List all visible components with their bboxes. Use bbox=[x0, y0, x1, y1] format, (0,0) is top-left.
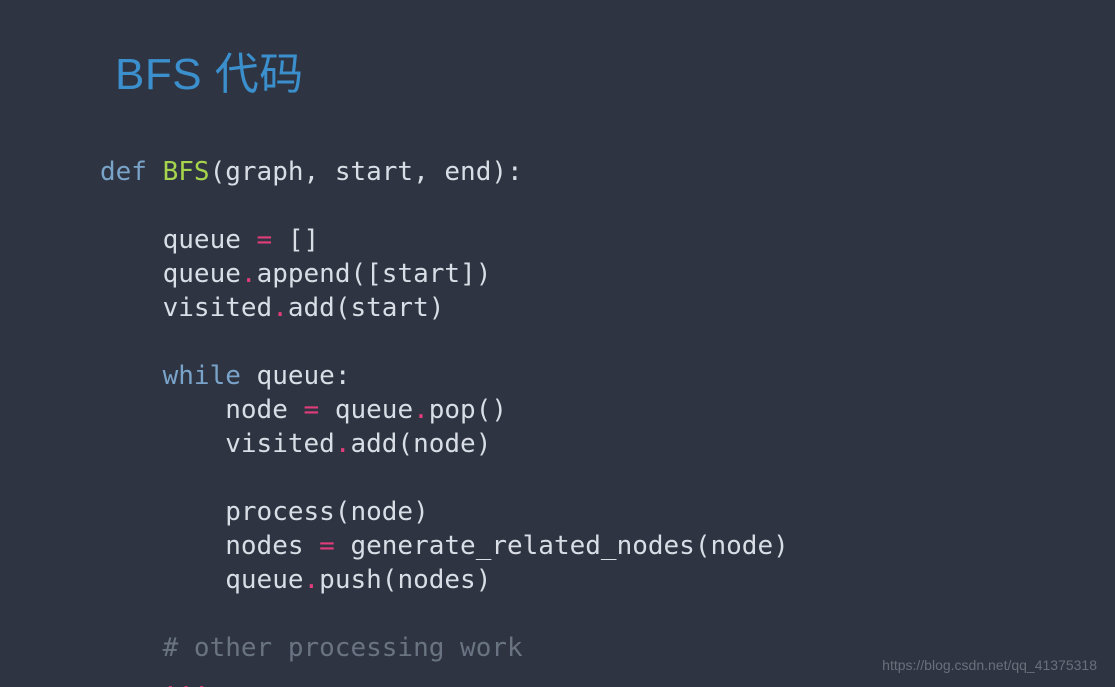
slide: BFS 代码 def BFS(graph, start, end): queue… bbox=[0, 0, 1115, 687]
operator-dot: . bbox=[304, 565, 320, 595]
code-text bbox=[147, 157, 163, 187]
function-name: BFS bbox=[163, 157, 210, 187]
code-text: queue bbox=[319, 395, 413, 425]
code-text: nodes bbox=[225, 531, 319, 561]
code-text: [] bbox=[272, 225, 319, 255]
code-text: append([start]) bbox=[257, 259, 492, 289]
code-ellipsis: ... bbox=[163, 667, 210, 687]
slide-title: BFS 代码 bbox=[115, 38, 304, 102]
operator-dot: . bbox=[413, 395, 429, 425]
code-text: add(start) bbox=[288, 293, 445, 323]
code-text: node bbox=[225, 395, 303, 425]
code-text: (graph, start, end): bbox=[210, 157, 523, 187]
code-text: queue bbox=[163, 225, 257, 255]
watermark: https://blog.csdn.net/qq_41375318 bbox=[882, 657, 1097, 673]
code-block: def BFS(graph, start, end): queue = [] q… bbox=[100, 155, 789, 687]
operator-dot: . bbox=[272, 293, 288, 323]
code-text: queue bbox=[163, 259, 241, 289]
code-text: visited bbox=[163, 293, 273, 323]
code-text: queue: bbox=[241, 361, 351, 391]
operator-eq: = bbox=[304, 395, 320, 425]
code-text: pop() bbox=[429, 395, 507, 425]
keyword-while: while bbox=[163, 361, 241, 391]
code-text: push(nodes) bbox=[319, 565, 491, 595]
code-text: process(node) bbox=[225, 497, 429, 527]
keyword-def: def bbox=[100, 157, 147, 187]
operator-eq: = bbox=[257, 225, 273, 255]
code-text: add(node) bbox=[350, 429, 491, 459]
code-text: generate_related_nodes(node) bbox=[335, 531, 789, 561]
code-text: queue bbox=[225, 565, 303, 595]
operator-dot: . bbox=[241, 259, 257, 289]
operator-dot: . bbox=[335, 429, 351, 459]
code-comment: # other processing work bbox=[163, 633, 523, 663]
operator-eq: = bbox=[319, 531, 335, 561]
code-text: visited bbox=[225, 429, 335, 459]
